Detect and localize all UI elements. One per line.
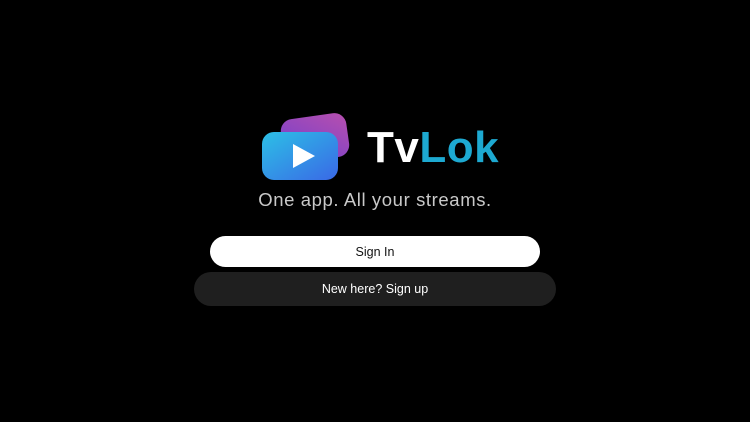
brand-logo: TvLok — [0, 110, 750, 190]
tagline: One app. All your streams. — [258, 189, 492, 210]
front-card-shape — [262, 132, 338, 180]
app-name: TvLok — [367, 122, 499, 174]
sign-up-button[interactable]: New here? Sign up — [194, 272, 556, 306]
play-cards-icon — [262, 113, 350, 180]
sign-up-label: New here? Sign up — [321, 282, 429, 296]
app-name-part1: Tv — [367, 123, 420, 172]
app-name-part2: Lok — [419, 123, 500, 172]
welcome-screen: TvLok One app. All your streams. Sign In… — [0, 0, 750, 422]
sign-in-label: Sign In — [355, 244, 395, 259]
sign-in-button[interactable]: Sign In — [210, 236, 540, 267]
